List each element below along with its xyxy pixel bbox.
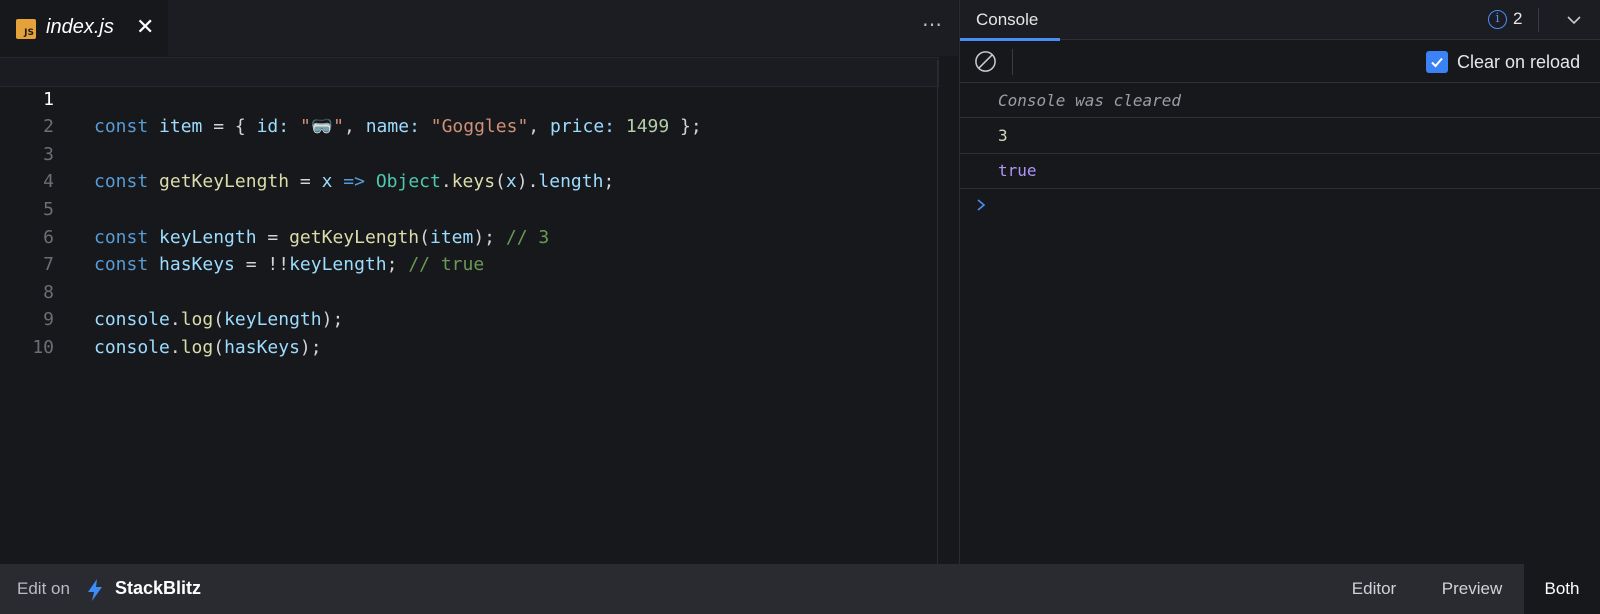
console-entry: true [960,154,1600,189]
tab-index-js[interactable]: JS index.js ✕ [0,0,168,56]
checkbox[interactable] [1426,51,1448,73]
console-toolbar: Clear on reload [960,41,1600,83]
console-entry-text: 3 [998,126,1008,145]
clear-on-reload-toggle[interactable]: Clear on reload [1426,51,1580,73]
chevron-down-icon[interactable] [1564,10,1584,30]
console-entry: 3 [960,118,1600,154]
divider [1012,49,1013,75]
code-line[interactable]: 10 [0,306,938,358]
code-line[interactable]: 9 console.log(hasKeys); [0,279,938,358]
view-editor-button[interactable]: Editor [1330,564,1418,614]
editor-scroll-divider [937,60,938,564]
console-pane: Console i 2 Clear on reload Console was … [959,0,1600,564]
line-number: 10 [32,336,54,358]
tab-filename: index.js [46,16,114,38]
stackblitz-logo[interactable]: StackBlitz [115,578,201,599]
code-token: console [94,336,170,358]
view-both-button[interactable]: Both [1524,564,1600,614]
code-area[interactable]: 1 const item = { id: "🥽", name: "Goggles… [0,57,939,358]
info-count: 2 [1513,9,1523,28]
code-token: hasKeys [224,336,300,358]
console-header: Console i 2 [960,0,1600,41]
js-file-icon: JS [16,19,36,39]
checkmark-icon [1431,57,1443,68]
tab-console[interactable]: Console [960,0,1060,41]
info-icon: i [1488,9,1507,29]
code-line[interactable]: 5 const keyLength = getKeyLength(item); … [0,168,938,248]
code-line[interactable]: 8 console.log(keyLength); [0,251,938,331]
code-token: . [169,336,181,358]
console-tab-label: Console [976,10,1039,29]
code-token: ( [213,336,225,358]
more-actions-icon[interactable]: ⋯ [922,12,943,37]
code-line[interactable]: 2 [0,86,938,137]
stackblitz-bolt-icon[interactable] [86,578,104,602]
info-count-badge[interactable]: i 2 [1488,9,1522,29]
code-line[interactable]: 3 const getKeyLength = x => Object.keys(… [0,113,938,193]
edit-on-link[interactable]: Edit on [17,579,70,599]
console-entry-text: Console was cleared [998,91,1182,110]
code-line[interactable]: 4 [0,141,938,192]
view-preview-button[interactable]: Preview [1420,564,1524,614]
code-token: ); [299,336,322,358]
bottom-bar: Edit on StackBlitz Editor Preview Both [0,564,1600,614]
code-token: log [180,336,214,358]
code-line[interactable]: 6 const hasKeys = !!keyLength; // true [0,196,938,276]
editor-pane: JS index.js ✕ ⋯ 1 const item = { id: "🥽"… [0,0,958,564]
close-icon[interactable]: ✕ [136,14,154,40]
console-prompt-icon[interactable] [974,196,988,214]
console-entry: Console was cleared [960,83,1600,118]
code-line[interactable]: 1 const item = { id: "🥽", name: "Goggles… [0,57,939,137]
console-entry-text: true [998,161,1037,180]
clear-on-reload-label: Clear on reload [1457,51,1581,72]
clear-console-icon[interactable] [974,50,997,73]
code-line[interactable]: 7 [0,224,938,275]
editor-tab-bar: JS index.js ✕ ⋯ [0,0,958,56]
divider [1538,8,1539,32]
